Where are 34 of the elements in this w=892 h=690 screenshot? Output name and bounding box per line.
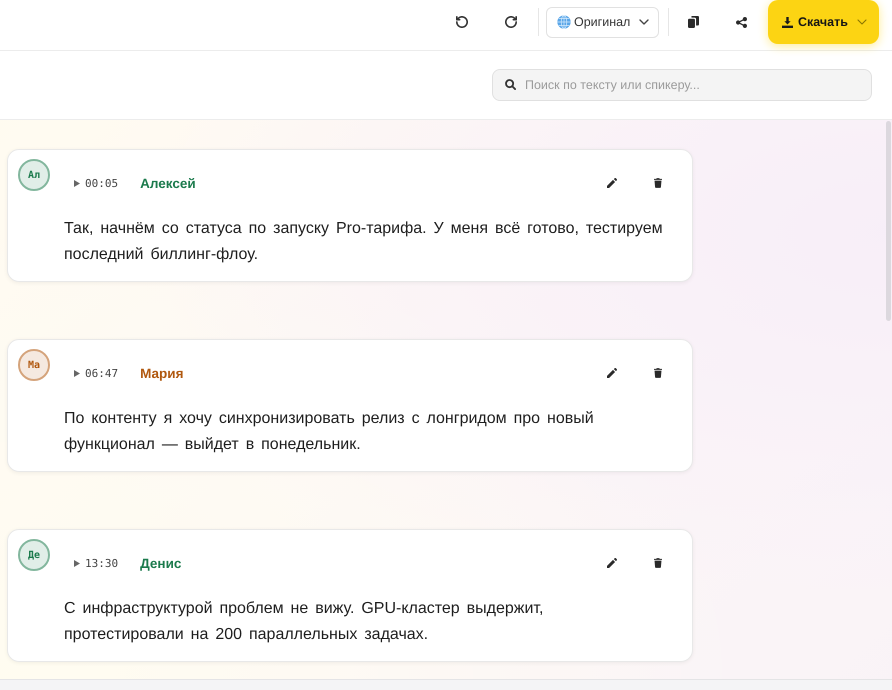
play-timestamp-button[interactable]: 13:30 [74, 553, 118, 573]
download-button[interactable]: Скачать [768, 0, 879, 44]
play-timestamp-button[interactable]: 00:05 [74, 173, 118, 193]
chevron-down-icon [639, 19, 649, 25]
redo-icon [505, 16, 517, 28]
play-icon [74, 180, 80, 186]
speaker-name: Мария [140, 366, 184, 380]
speaker-name: Алексей [140, 176, 196, 190]
search-icon [505, 79, 516, 90]
trash-icon [654, 178, 662, 188]
play-timestamp-button[interactable]: 06:47 [74, 363, 118, 383]
copy-icon [688, 16, 698, 28]
share-icon [736, 16, 746, 28]
pencil-icon [607, 368, 617, 378]
search-field[interactable]: Поиск по тексту или спикеру... [492, 69, 872, 101]
transcript-text: С инфраструктурой проблем не вижу. GPU-кластер выдержит, протестировали на 200 параллельных задачах. [64, 599, 544, 645]
transcript-text: Так, начнём со статуса по запуску Pro-тарифа. У меня всё готово, тестируем последний биллинг-флоу. [64, 219, 664, 265]
trash-icon [654, 558, 662, 568]
scrollbar-thumb[interactable] [886, 121, 891, 321]
chevron-down-icon [857, 19, 867, 25]
speaker-avatar: Де [18, 539, 50, 571]
download-icon [782, 16, 793, 28]
undo-icon [456, 16, 468, 28]
transcript-text: По контенту я хочу синхронизировать релиз с лонгридом про новый функционал — выйдет в понедельник. [64, 409, 595, 455]
pencil-icon [607, 558, 617, 568]
pencil-icon [607, 178, 617, 188]
language-dropdown[interactable]: Оригинал [546, 6, 659, 38]
globe-icon [557, 15, 571, 29]
speaker-avatar: Ал [18, 159, 50, 191]
speaker-avatar: Ма [18, 349, 50, 381]
trash-icon [654, 368, 662, 378]
speaker-name: Денис [140, 556, 182, 570]
play-icon [74, 370, 80, 376]
play-icon [74, 560, 80, 566]
